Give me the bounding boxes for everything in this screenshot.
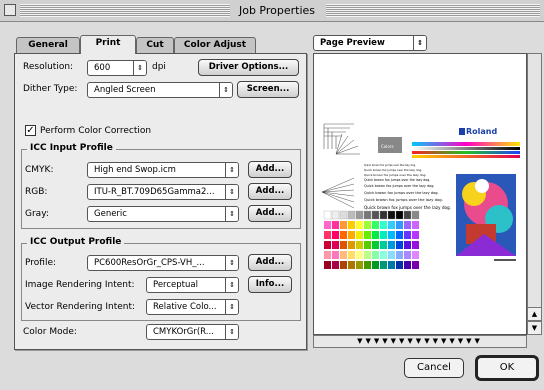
scroll-up-icon[interactable]: ▲ [527,307,542,321]
preview-mode-popup[interactable]: Page Preview ⇕ [313,35,427,51]
fan-lines [335,133,360,155]
color-mode-value: CMYKOrGr(R... [153,327,214,337]
line-weight-samples [323,123,354,149]
footer-mark [494,259,516,261]
popup-arrow-icon: ⇕ [133,61,146,75]
color-correction-label: Perform Color Correction [40,126,152,136]
tab-general[interactable]: General [16,37,80,53]
rgb-label: RGB: [25,187,48,197]
image-intent-popup[interactable]: Perceptual ⇕ [146,277,239,293]
title-bar-stripes [20,4,230,17]
driver-options-button[interactable]: Driver Options... [198,59,299,76]
gradient-bar [412,147,520,150]
color-mode-popup[interactable]: CMYKOrGr(R... ⇕ [146,324,239,340]
gradient-bar [412,151,520,154]
output-profile-label: Profile: [25,258,57,268]
window-title: Job Properties [232,4,322,17]
gradient-bar [412,142,520,146]
dpi-unit-label: dpi [152,62,166,72]
color-correction-checkbox[interactable]: ✓ [25,125,36,136]
title-bar-stripes [326,4,540,17]
ok-button[interactable]: OK [476,356,538,380]
fan-sample [321,177,355,209]
popup-arrow-icon: ⇕ [225,300,238,314]
popup-arrow-icon: ⇕ [219,83,232,97]
output-profile-value: PC600ResOrGr_CPS-VH_... [94,258,205,268]
sample-photo [456,174,516,256]
popup-arrow-icon: ⇕ [413,36,426,50]
color-grid [323,210,420,269]
preview-mode-value: Page Preview [320,38,385,48]
roland-logo-mark [459,128,465,135]
vector-intent-popup[interactable]: Relative Colo... ⇕ [146,299,239,315]
sample-line: Quick brown fox jumps over the lazy dog. [364,173,426,177]
sample-line: Quick brown fox jumps over the lazy dog. [364,184,434,188]
gray-profile-value: Generic [94,209,127,219]
resolution-label: Resolution: [23,62,74,72]
text-samples: Quick brown fox jumps over the lazy dog.… [364,163,451,210]
sample-line: Quick brown fox jumps over the lazy dog. [364,197,443,202]
close-box-icon[interactable] [4,4,16,16]
cmyk-profile-value: High end Swop.icm [94,165,176,175]
image-intent-value: Perceptual [153,280,198,290]
color-mode-label: Color Mode: [23,327,77,337]
popup-arrow-icon: ⇕ [225,278,238,292]
icc-output-title: ICC Output Profile [27,237,125,247]
sample-line: Quick brown fox jumps over the lazy dog. [364,168,422,172]
popup-arrow-icon: ⇕ [225,185,238,199]
tab-cut[interactable]: Cut [136,37,174,53]
colors-swatch-label: Colors [381,144,394,149]
info-button[interactable]: Info... [248,276,292,293]
dither-type-label: Dither Type: [23,84,78,94]
gray-add-button[interactable]: Add... [248,205,292,222]
gradient-bar [412,155,520,158]
vector-intent-label: Vector Rendering Intent: [25,302,136,312]
cmyk-label: CMYK: [25,165,54,175]
tab-color-adjust[interactable]: Color Adjust [174,37,256,53]
sample-line: Quick brown fox jumps over the lazy dog. [364,205,451,210]
sample-line: Quick brown fox jumps over the lazy dog. [364,191,439,195]
resolution-value: 600 [94,63,111,73]
preview-scrollbar[interactable] [527,53,542,335]
cmyk-add-button[interactable]: Add... [248,161,292,178]
gray-label: Gray: [25,209,49,219]
popup-arrow-icon: ⇕ [225,256,238,270]
output-add-button[interactable]: Add... [248,254,292,271]
title-bar[interactable]: Job Properties [0,0,544,22]
print-tab-panel: Resolution: 600 ⇕ dpi Driver Options... … [14,53,307,350]
sample-line: Quick brown fox jumps over the lazy dog. [364,178,430,182]
scroll-down-icon[interactable]: ▼ [527,321,542,335]
screen-button[interactable]: Screen... [237,81,299,98]
output-profile-popup[interactable]: PC600ResOrGr_CPS-VH_... ⇕ [87,255,239,271]
rgb-profile-value: ITU-R_BT.709D65Gamma2... [94,187,215,197]
vector-intent-value: Relative Colo... [153,302,217,312]
gray-profile-popup[interactable]: Generic ⇕ [87,206,239,222]
rgb-add-button[interactable]: Add... [248,183,292,200]
rgb-profile-popup[interactable]: ITU-R_BT.709D65Gamma2... ⇕ [87,184,239,200]
dither-type-value: Angled Screen [94,85,156,95]
dither-type-popup[interactable]: Angled Screen ⇕ [87,82,233,98]
popup-arrow-icon: ⇕ [225,207,238,221]
icc-input-title: ICC Input Profile [27,143,116,153]
popup-arrow-icon: ⇕ [225,325,238,339]
popup-arrow-icon: ⇕ [225,163,238,177]
image-intent-label: Image Rendering Intent: [25,280,135,290]
resolution-popup[interactable]: 600 ⇕ [87,60,147,76]
sample-line: Quick brown fox jumps over the lazy dog. [364,163,416,167]
page-nav-arrows[interactable]: ▼▼▼▼▼▼▼▼▼▼▼▼▼▼▼ [313,335,527,348]
page-preview[interactable]: Colors Roland Quick brown fox jumps over… [313,53,527,335]
cmyk-profile-popup[interactable]: High end Swop.icm ⇕ [87,162,239,178]
cancel-button[interactable]: Cancel [404,358,464,378]
roland-logo-text: Roland [466,127,497,136]
page-preview-image: Colors Roland Quick brown fox jumps over… [321,123,520,269]
tab-print[interactable]: Print [80,35,136,54]
